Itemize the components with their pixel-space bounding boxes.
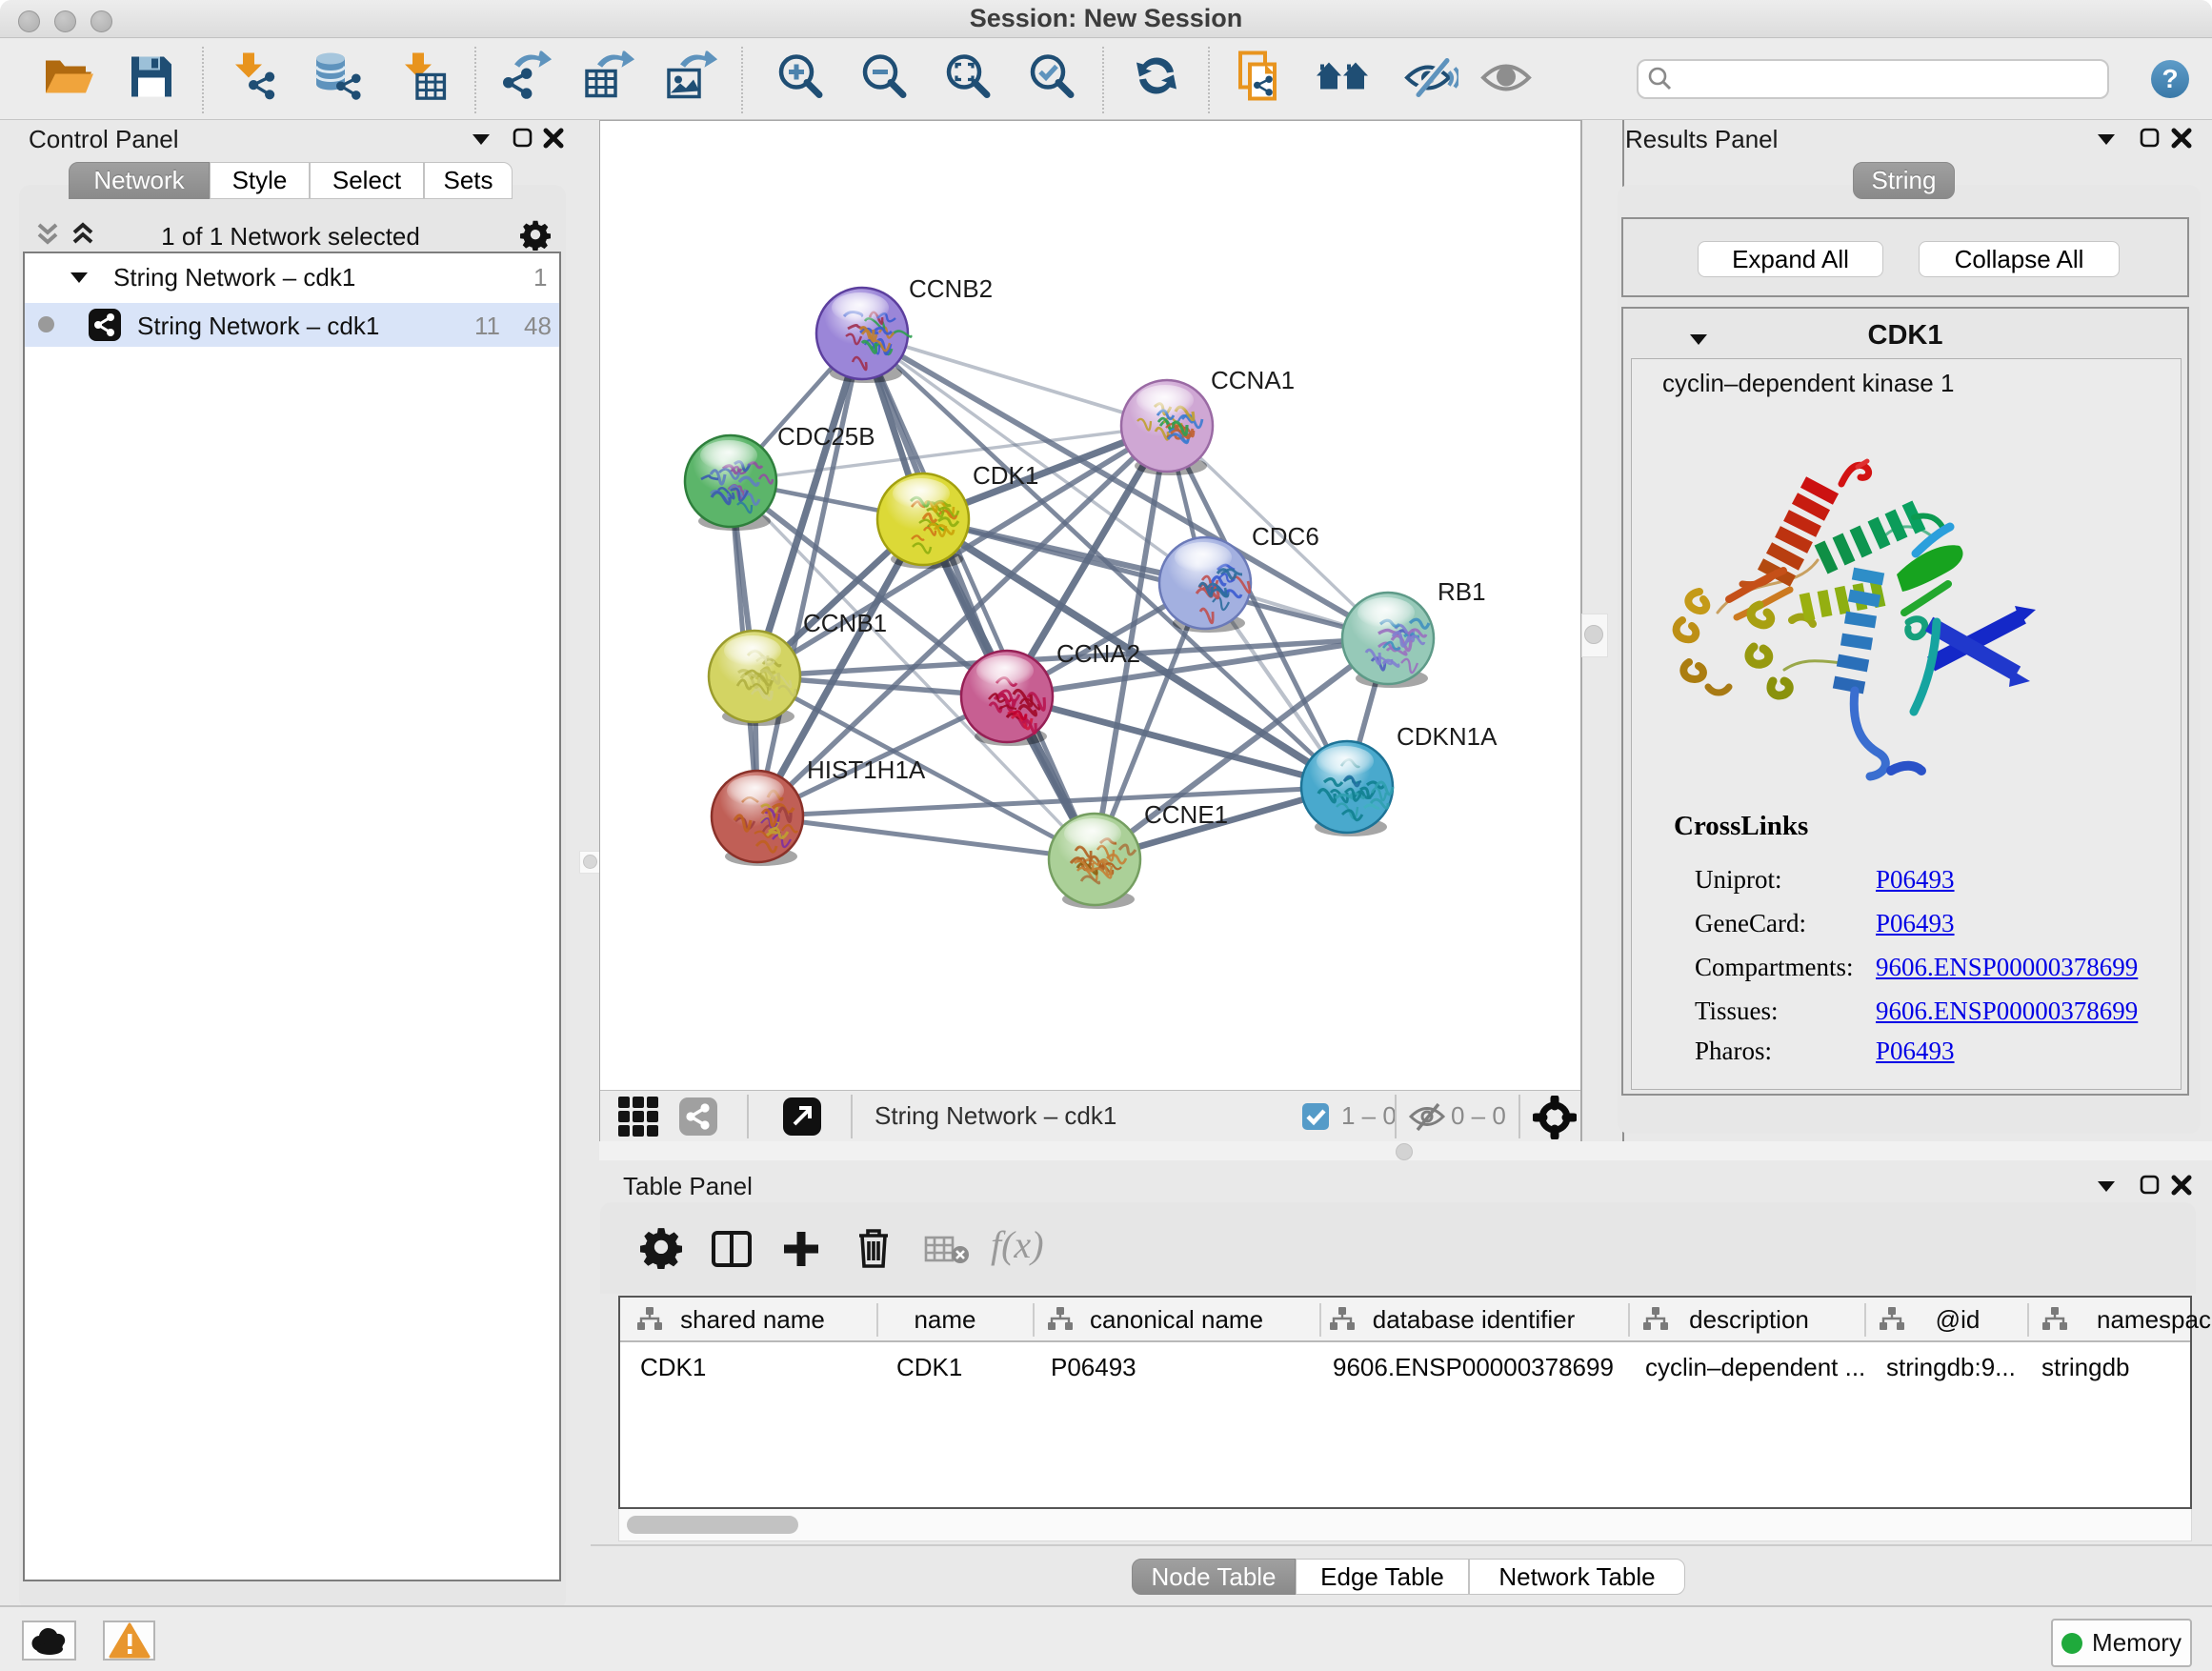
svg-text:f(x): f(x) <box>991 1223 1044 1266</box>
svg-text:?: ? <box>2162 64 2178 93</box>
